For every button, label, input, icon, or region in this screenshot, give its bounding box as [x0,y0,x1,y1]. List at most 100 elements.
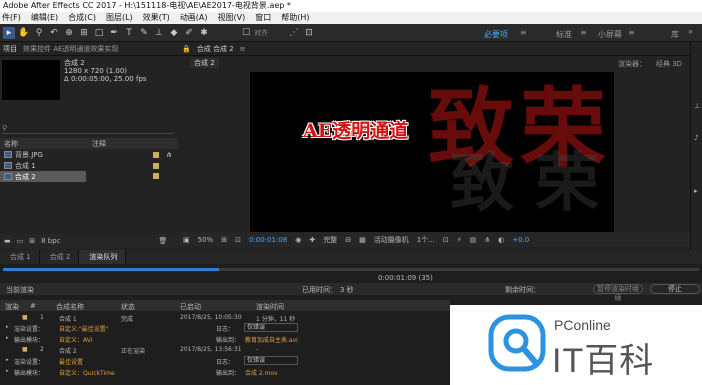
workspace-menu-icon[interactable]: ≡ [520,28,527,37]
col-status[interactable]: 状态 [121,302,135,312]
fast-previews-icon[interactable]: ⚡ [457,236,462,244]
brush-tool-icon[interactable]: ✎ [138,27,150,39]
menu-effect[interactable]: 效果(T) [143,12,170,24]
selection-tool-icon[interactable]: ▸ [3,26,15,39]
menu-edit[interactable]: 编辑(E) [31,12,58,24]
views-layout-menu[interactable]: 1个... [417,235,435,245]
effects-tab[interactable]: 效果控件 AE透明通道效果实现 [23,44,118,54]
label-color-swatch[interactable]: ■ [22,346,28,353]
region-of-interest-icon[interactable]: ⊟ [345,236,351,244]
comp-panel-title[interactable]: 合成 合成 2 [197,44,234,54]
menu-animation[interactable]: 动画(A) [180,12,208,24]
expand-arrow-icon[interactable]: ▸ [6,357,9,363]
render-settings-value[interactable]: 自定义:"最佳设置" [59,324,109,333]
safe-zones-icon[interactable]: ⊡ [235,236,241,244]
snapshot-icon[interactable]: ◉ [295,236,301,244]
col-started[interactable]: 已启动 [180,302,201,312]
render-settings-value[interactable]: 最佳设置 [59,357,83,366]
rectangle-tool-icon[interactable]: □ [93,27,105,39]
output-module-value[interactable]: 自定义：AVI [59,335,93,344]
output-module-value[interactable]: 自定义：QuickTime [59,368,115,377]
exposure-value[interactable]: +0.0 [512,236,529,244]
continue-when-paused-button[interactable]: 暂停渲染时继续 [593,284,643,302]
col-render[interactable]: 渲染 [5,302,19,312]
more-workspaces-icon[interactable]: » [688,27,693,36]
project-col-note[interactable]: 注释 [92,139,106,149]
queue-item[interactable]: ■ 1 合成 1 完成 2017/8/25, 10:05:30 1 分钟，11 … [0,313,450,323]
bpc-toggle[interactable]: 8 bpc [41,237,60,245]
log-dropdown[interactable]: 仅错误 [244,323,298,332]
expand-arrow-icon[interactable]: ▸ [6,324,9,330]
col-number[interactable]: # [30,302,36,310]
trash-icon[interactable]: 🗑 [159,237,168,245]
magnification-menu[interactable]: 50% [198,236,214,244]
menu-view[interactable]: 视图(V) [218,12,246,24]
comp-tab[interactable]: 合成 2 [190,58,219,68]
rotate-tool-icon[interactable]: ↶ [48,27,60,39]
exposure-icon[interactable]: ◐ [498,236,504,244]
show-channel-icon[interactable]: ✚ [309,236,315,244]
label-color-swatch[interactable] [153,162,159,169]
toggle-pixel-aspect-icon[interactable]: ⊡ [443,236,449,244]
resolution-grid-icon[interactable]: ⊞ [221,236,227,244]
stop-button[interactable]: 停止 [650,284,700,294]
camera-tool-icon[interactable]: ⊕ [63,27,75,39]
new-comp-icon[interactable]: ⊞ [29,237,35,245]
flowchart-icon[interactable]: ⋔ [484,236,490,244]
workspace-small-screen[interactable]: 小屏幕 [598,29,622,40]
workspace-libraries[interactable]: 库 [671,29,679,40]
pan-behind-tool-icon[interactable]: ⊞ [78,27,90,39]
tab-render-queue[interactable]: 渲染队列 [79,250,127,264]
workspace-menu-icon-2[interactable]: ≡ [580,28,587,37]
audio-panel-icon[interactable]: ♪ [694,134,698,142]
workspace-menu-icon-3[interactable]: ≡ [628,28,635,37]
panel-menu-icon[interactable]: ≡ [240,45,246,53]
snap-options-icon[interactable]: ⊡ [303,27,315,39]
menu-help[interactable]: 帮助(H) [281,12,309,24]
camera-view-menu[interactable]: 活动摄像机 [374,235,409,245]
zoom-tool-icon[interactable]: ⚲ [33,27,45,39]
clone-tool-icon[interactable]: ⊥ [153,27,165,39]
project-item-selected[interactable]: 合成 2 [0,171,86,182]
hand-tool-icon[interactable]: ✋ [18,27,30,39]
snap-icon[interactable]: ⋰ [288,27,300,39]
menu-layer[interactable]: 图层(L) [106,12,133,24]
project-item[interactable]: 合成 1 [0,160,178,171]
align-checkbox[interactable]: ☐ [240,27,252,39]
menu-file[interactable]: 件(F) [2,12,21,24]
preview-panel-icon[interactable]: ▸ [694,187,698,195]
menu-window[interactable]: 窗口 [255,12,271,24]
label-color-swatch[interactable]: ■ [22,314,28,321]
lock-icon[interactable]: 🔒 [182,45,191,53]
label-color-swatch[interactable] [153,151,159,158]
project-item[interactable]: 背景.JPG ⋔ [0,149,178,160]
resolution-menu[interactable]: 完整 [323,235,337,245]
info-panel-icon[interactable]: ⊥ [694,102,700,110]
queue-item[interactable]: ■ 2 合成 2 正在渲染 2017/8/25, 13:56:31 - [0,345,450,355]
interpret-footage-icon[interactable]: ▬ [4,237,11,245]
expand-arrow-icon[interactable]: ▸ [6,335,9,341]
project-search-input[interactable]: ⚲ [2,123,174,134]
puppet-tool-icon[interactable]: ✱ [198,27,210,39]
log-dropdown[interactable]: 仅错误 [244,356,298,365]
col-comp-name[interactable]: 合成名称 [56,302,84,312]
workspace-essentials[interactable]: 必要项 [484,29,508,40]
workspace-standard[interactable]: 标准 [556,29,572,40]
type-tool-icon[interactable]: T [123,27,135,39]
output-to-value[interactable]: 合成 2.mov [245,368,278,377]
always-preview-icon[interactable]: ▣ [183,236,190,244]
eraser-tool-icon[interactable]: ◆ [168,27,180,39]
label-color-swatch[interactable] [153,173,159,179]
project-col-name[interactable]: 名称 [4,139,84,149]
pen-tool-icon[interactable]: ✒ [108,27,120,39]
current-time-readout[interactable]: 0:00:01:08 [249,236,287,244]
timeline-icon[interactable]: ▤ [470,236,477,244]
expand-arrow-icon[interactable]: ▸ [6,368,9,374]
transparency-grid-icon[interactable]: ▦ [359,236,366,244]
project-tab[interactable]: 项目 [3,44,17,54]
tab-comp-2[interactable]: 合成 2 [40,250,80,264]
roto-tool-icon[interactable]: ✐ [183,27,195,39]
menu-composition[interactable]: 合成(C) [68,12,96,24]
tab-comp-1[interactable]: 合成 1 [0,250,40,264]
composition-viewer[interactable]: 致 荣 致 荣 AE透明通道 [250,72,614,232]
